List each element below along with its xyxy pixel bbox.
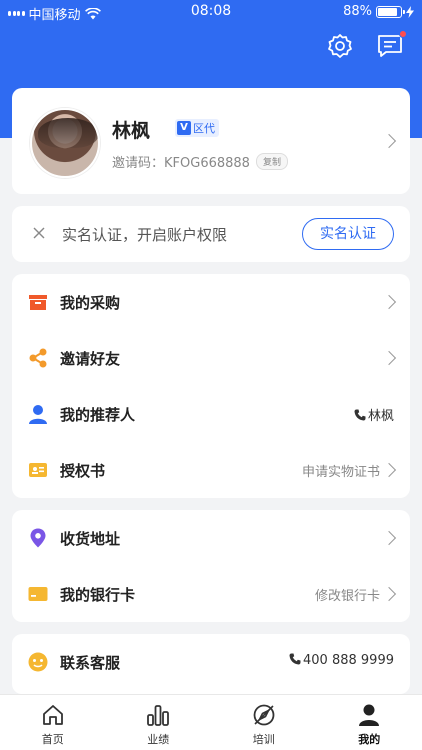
chevron-right-icon: [381, 350, 397, 366]
menu-item-bank-card[interactable]: 我的银行卡 修改银行卡: [12, 566, 410, 622]
chevron-right-icon: [381, 462, 397, 478]
verify-text: 实名认证，开启账户权限: [62, 226, 228, 244]
apply-certificate-link: 申请实物证书: [301, 465, 380, 480]
menu-label: 联系客服: [60, 654, 121, 672]
compass-icon: [253, 704, 275, 726]
edit-bank-card-link: 修改银行卡: [314, 589, 380, 604]
tab-label: 业绩: [147, 733, 170, 746]
invite-code-row: 邀请码：KFOG668888 复制: [112, 152, 288, 171]
service-phone-number: 400 888 9999: [303, 653, 394, 668]
customer-service-icon: [28, 652, 48, 672]
menu-item-invite-friends[interactable]: 邀请好友: [12, 330, 410, 386]
tab-training[interactable]: 培训: [211, 695, 317, 750]
box-icon: [29, 295, 47, 310]
tab-performance[interactable]: 业绩: [106, 695, 212, 750]
battery-icon: [376, 5, 405, 18]
tab-home[interactable]: 首页: [0, 695, 106, 750]
invite-code: KFOG668888: [164, 156, 250, 171]
verify-banner: 实名认证，开启账户权限 实名认证: [12, 206, 410, 262]
charging-icon: [406, 5, 414, 18]
referrer-value: 林枫: [354, 405, 394, 424]
close-icon[interactable]: [32, 226, 46, 240]
menu-item-address[interactable]: 收货地址: [12, 510, 410, 566]
menu-label: 授权书: [60, 462, 106, 480]
message-icon[interactable]: [376, 30, 407, 60]
phone-icon: [354, 409, 366, 421]
person-icon: [29, 405, 47, 424]
tab-label: 首页: [41, 733, 64, 746]
chevron-right-icon: [381, 586, 397, 602]
invite-label: 邀请码：: [112, 156, 165, 171]
menu-label: 邀请好友: [60, 350, 121, 368]
menu-group-1: 我的采购 邀请好友 我的推荐人 林枫 授权书 申请实物证书: [12, 274, 410, 498]
phone-icon: [289, 653, 301, 665]
avatar[interactable]: [30, 108, 100, 178]
chevron-right-icon: [381, 530, 397, 546]
user-icon: [359, 704, 380, 726]
profile-card[interactable]: 林枫 V 区代 邀请码：KFOG668888 复制: [12, 88, 410, 194]
menu-group-3: 联系客服 400 888 9999: [12, 634, 410, 694]
settings-gear-icon[interactable]: [326, 32, 354, 60]
tab-label: 我的: [358, 733, 381, 746]
menu-label: 收货地址: [60, 530, 121, 548]
service-phone: 400 888 9999: [289, 653, 394, 668]
chevron-right-icon: [381, 133, 397, 149]
verified-v-icon: V: [177, 121, 191, 135]
chevron-right-icon: [381, 294, 397, 310]
menu-label: 我的银行卡: [60, 586, 136, 604]
tab-label: 培训: [252, 733, 275, 746]
certificate-icon: [29, 463, 47, 477]
level-badge: V 区代: [175, 119, 219, 137]
profile-name: 林枫: [112, 120, 151, 142]
menu-label: 我的采购: [60, 294, 121, 312]
menu-item-customer-service[interactable]: 联系客服 400 888 9999: [12, 634, 410, 690]
menu-group-2: 收货地址 我的银行卡 修改银行卡: [12, 510, 410, 622]
menu-item-purchase[interactable]: 我的采购: [12, 274, 410, 330]
menu-label: 我的推荐人: [60, 406, 136, 424]
tab-bar: 首页 业绩 培训 我的: [0, 694, 422, 750]
tab-mine[interactable]: 我的: [317, 695, 422, 750]
home-icon: [42, 705, 63, 725]
location-pin-icon: [30, 528, 46, 548]
bank-card-icon: [28, 587, 48, 601]
menu-item-referrer[interactable]: 我的推荐人 林枫: [12, 386, 410, 442]
share-icon: [29, 348, 47, 368]
menu-item-authorization[interactable]: 授权书 申请实物证书: [12, 442, 410, 498]
level-badge-text: 区代: [193, 122, 215, 135]
battery-percent: 88%: [343, 4, 372, 19]
verify-button[interactable]: 实名认证: [302, 218, 394, 250]
bar-chart-icon: [147, 705, 170, 726]
status-bar: 中国移动 08:08 88%: [0, 0, 422, 24]
copy-invite-code-button[interactable]: 复制: [255, 153, 288, 170]
referrer-name: 林枫: [367, 409, 394, 424]
unread-dot: [399, 30, 407, 38]
